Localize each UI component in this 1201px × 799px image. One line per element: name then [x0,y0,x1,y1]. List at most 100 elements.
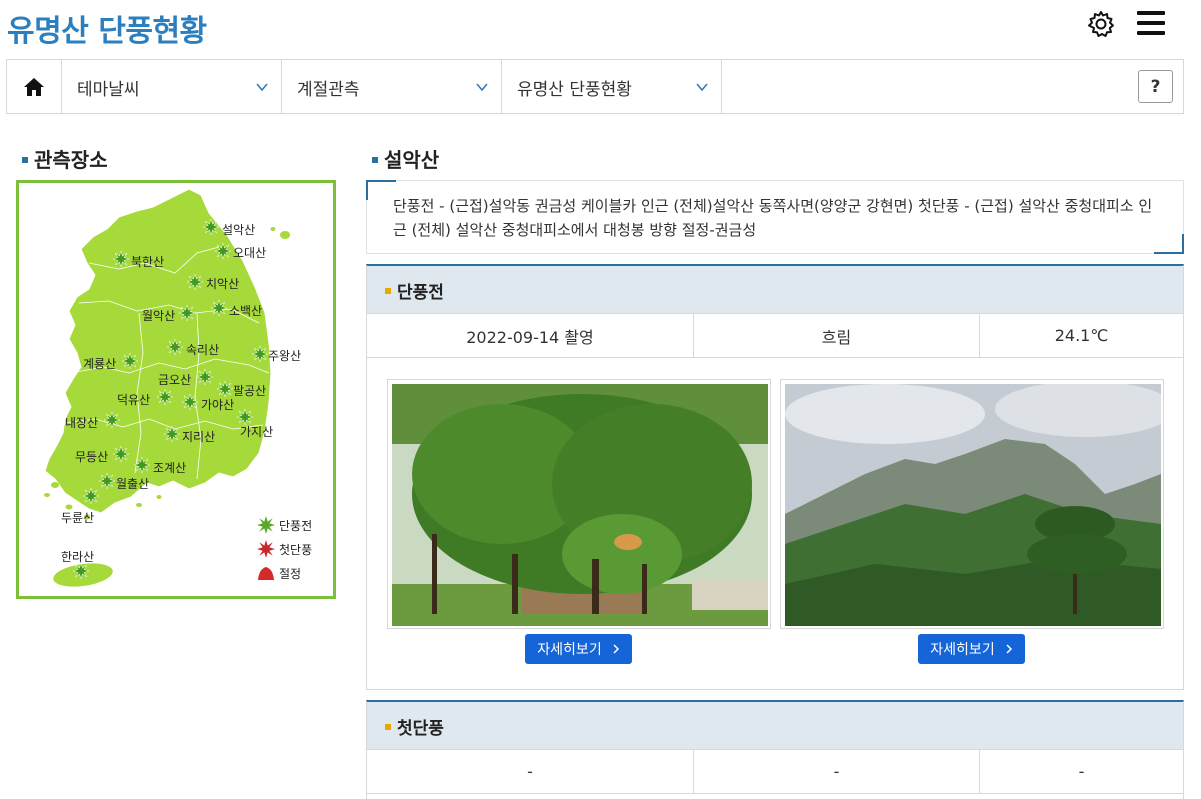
chevron-down-icon [256,83,268,92]
leaf-icon[interactable] [211,300,227,316]
legend-label: 단풍전 [279,518,313,533]
leaf-icon[interactable] [99,473,115,489]
mountain-label-gajisan[interactable]: 가지산 [240,423,273,440]
mountain-label-duryunsan[interactable]: 두륜산 [61,509,94,526]
temperature: - [1078,762,1085,781]
description-box: 단풍전 - (근접)설악동 권금성 케이블카 인근 (전체)설악산 동쪽사면(양… [366,180,1184,254]
mountain-label-songnisan[interactable]: 속리산 [186,341,219,358]
korea-map: 설악산 오대산 북한산 치악산 월악산 소백산 속리산 주왕산 계룡산 금오산 … [16,180,336,599]
korea-map-shape [44,188,290,587]
photo-card-near[interactable] [387,379,771,629]
leaf-icon[interactable] [164,426,180,442]
panel-header: 단풍전 [367,266,1183,314]
panel-title-text: 첫단풍 [397,719,444,739]
photo-card-wide[interactable] [780,379,1164,629]
mountain-label-naejangsan[interactable]: 내장산 [65,414,98,431]
legend-label: 절정 [279,566,302,581]
mountain-label-deogyusan[interactable]: 덕유산 [117,391,150,408]
leaf-icon[interactable] [157,389,173,405]
heading-text: 설악산 [384,148,440,172]
leaf-icon[interactable] [122,353,138,369]
legend-label: 첫단풍 [279,542,313,557]
photo-date: - [367,750,694,793]
mountain-label-gyeryongsan[interactable]: 계룡산 [83,355,116,372]
nav-label: 테마날씨 [77,80,140,100]
leaf-icon[interactable] [113,251,129,267]
leaf-icon[interactable] [179,305,195,321]
nav-bar: 테마날씨 계절관측 유명산 단풍현황 ? [6,59,1184,114]
mountain-label-palgongsan[interactable]: 팔공산 [233,382,266,399]
leaf-icon[interactable] [113,446,129,462]
selected-mountain-heading: 설악산 [372,144,439,173]
leaf-icon[interactable] [187,274,203,290]
nav-label: 계절관측 [297,80,360,100]
more-details-button-2[interactable]: 자세히보기 [918,634,1025,664]
hamburger-icon[interactable] [1137,11,1165,37]
mountain-label-odaesan[interactable]: 오대산 [233,244,266,261]
legend-peak: 절정 [257,564,301,582]
weather: 흐림 [694,314,980,357]
mountain-label-woraksan[interactable]: 월악산 [142,307,175,324]
mountain-label-hallasan[interactable]: 한라산 [61,548,94,565]
leaf-icon[interactable] [167,339,183,355]
mountain-photo [785,384,1161,626]
panel-title-text: 단풍전 [397,283,444,303]
leaf-icon[interactable] [134,457,150,473]
help-button[interactable]: ? [1138,70,1173,103]
leaf-icon[interactable] [104,412,120,428]
leaf-icon[interactable] [182,394,198,410]
green-leaf-icon [257,516,275,534]
home-button[interactable] [7,60,62,113]
leaf-icon[interactable] [252,346,268,362]
nav-season-observation[interactable]: 계절관측 [282,60,502,113]
legend-first-foliage: 첫단풍 [257,540,312,558]
chevron-right-icon [613,644,619,654]
leaf-icon[interactable] [83,488,99,504]
leaf-icon[interactable] [73,563,89,579]
more-details-button-1[interactable]: 자세히보기 [525,634,632,664]
info-row: - - - [367,750,1183,794]
home-icon [24,77,44,96]
header: 유명산 단풍현황 [0,0,1201,56]
info-row: 2022-09-14 촬영 흐림 24.1℃ [367,314,1183,358]
photo-date: 2022-09-14 촬영 [367,314,694,357]
temperature: 24.1℃ [1054,326,1109,345]
legend-before-foliage: 단풍전 [257,516,312,534]
stage-panel-first-foliage: 첫단풍 - - - [366,700,1184,799]
page-title: 유명산 단풍현황 [7,14,207,49]
mountain-label-seoraksan[interactable]: 설악산 [222,221,255,238]
leaf-icon[interactable] [197,369,213,385]
mountain-label-bukhansan[interactable]: 북한산 [131,253,164,270]
nav-foliage-status[interactable]: 유명산 단풍현황 [502,60,722,113]
leaf-icon[interactable] [215,243,231,259]
red-leaf-icon [257,540,275,558]
observation-sites-heading: 관측장소 [22,144,108,173]
mountain-label-wolchulsan[interactable]: 월출산 [116,475,149,492]
mountain-label-chiaksan[interactable]: 치악산 [206,275,239,292]
mountain-label-gayasan[interactable]: 가야산 [201,396,234,413]
heading-text: 관측장소 [34,148,108,172]
mountain-label-jogyesan[interactable]: 조계산 [153,459,186,476]
leaf-icon[interactable] [217,381,233,397]
tree-photo [392,384,768,626]
mountain-label-jirisan[interactable]: 지리산 [182,428,215,445]
nav-label: 유명산 단풍현황 [517,80,632,100]
peak-mountain-icon [258,567,274,580]
mountain-label-juwangsan[interactable]: 주왕산 [268,347,301,364]
chevron-down-icon [476,83,488,92]
button-label: 자세히보기 [930,642,995,658]
panel-title: 첫단풍 [385,714,444,739]
description-text: 단풍전 - (근접)설악동 권금성 케이블카 인근 (전체)설악산 동쪽사면(양… [393,197,1153,239]
leaf-icon[interactable] [203,219,219,235]
mountain-label-geumosan[interactable]: 금오산 [158,371,191,388]
gear-icon[interactable] [1086,9,1116,39]
stage-panel-before-foliage: 단풍전 2022-09-14 촬영 흐림 24.1℃ 자세히보기 자세히보기 [366,264,1184,690]
panel-header: 첫단풍 [367,702,1183,750]
nav-theme-weather[interactable]: 테마날씨 [62,60,282,113]
chevron-down-icon [696,83,708,92]
button-label: 자세히보기 [537,642,602,658]
weather: - [694,750,980,793]
chevron-right-icon [1006,644,1012,654]
mountain-label-sobaeksan[interactable]: 소백산 [229,302,262,319]
mountain-label-mudeungsan[interactable]: 무등산 [75,448,108,465]
